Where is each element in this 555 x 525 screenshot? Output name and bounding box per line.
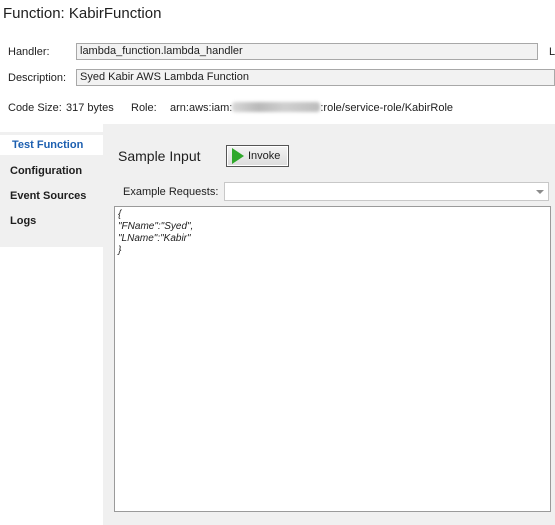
sample-input-title: Sample Input <box>118 148 201 164</box>
code-line: } <box>118 245 122 256</box>
handler-field[interactable]: lambda_function.lambda_handler <box>76 43 538 60</box>
sidebar-item-logs[interactable]: Logs <box>10 215 36 227</box>
sidebar-item-configuration[interactable]: Configuration <box>10 165 82 177</box>
code-line: { <box>118 209 122 220</box>
invoke-button[interactable]: Invoke <box>226 145 289 167</box>
sidebar-item-test-function[interactable]: Test Function <box>0 135 103 155</box>
description-label: Description: <box>8 72 67 84</box>
chevron-down-icon[interactable] <box>536 190 544 194</box>
code-line: "FName":"Syed", <box>118 221 194 232</box>
invoke-label: Invoke <box>248 150 281 162</box>
code-size-label: Code Size: <box>8 102 62 114</box>
description-field[interactable]: Syed Kabir AWS Lambda Function <box>76 69 555 86</box>
code-size-value: 317 bytes <box>66 102 114 114</box>
role-prefix: arn:aws:iam: <box>170 102 233 114</box>
play-icon <box>232 148 244 164</box>
code-line: "LName":"Kabir" <box>118 233 191 244</box>
role-value: arn:aws:iam: :role/service-role/KabirRole <box>170 102 453 114</box>
example-requests-label: Example Requests: <box>123 186 219 198</box>
sidebar-item-event-sources[interactable]: Event Sources <box>10 190 86 202</box>
page-title: Function: KabirFunction <box>3 5 162 22</box>
sidebar: Test Function Configuration Event Source… <box>0 132 103 247</box>
redacted-account-id <box>232 102 321 112</box>
handler-label: Handler: <box>8 46 50 58</box>
truncated-label: L <box>549 46 555 58</box>
sample-input-editor[interactable]: { "FName":"Syed", "LName":"Kabir" } <box>114 206 551 512</box>
role-suffix: :role/service-role/KabirRole <box>320 102 454 114</box>
example-requests-select[interactable] <box>224 182 549 201</box>
role-label: Role: <box>131 102 157 114</box>
